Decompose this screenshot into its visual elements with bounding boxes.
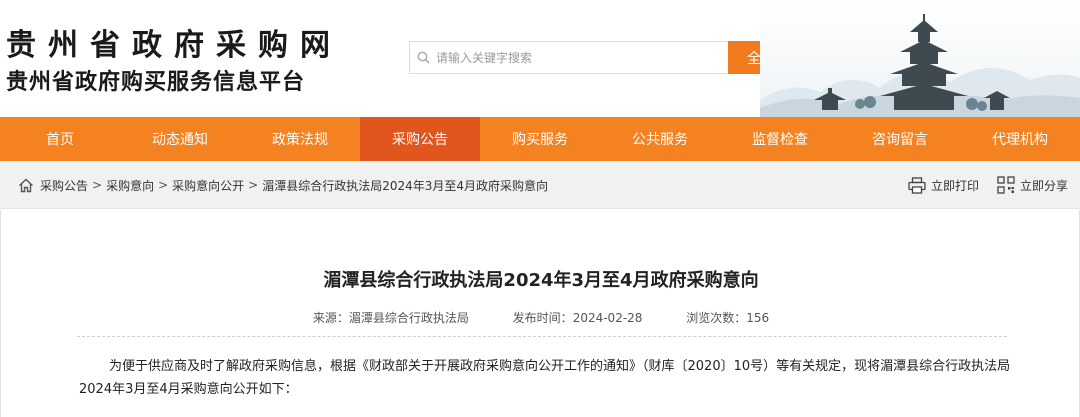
source-label: 来源： xyxy=(312,311,349,325)
source-value: 湄潭县综合行政执法局 xyxy=(348,311,469,325)
nav-item-policy[interactable]: 政策法规 xyxy=(240,117,360,161)
breadcrumb-current: 湄潭县综合行政执法局2024年3月至4月政府采购意向 xyxy=(262,178,549,193)
nav-item-supervision[interactable]: 监督检查 xyxy=(720,117,840,161)
search-input[interactable] xyxy=(436,42,716,73)
home-icon[interactable] xyxy=(18,178,34,193)
breadcrumb-separator: > xyxy=(158,178,169,192)
article-meta: 来源：湄潭县综合行政执法局 发布时间：2024-02-28 浏览次数：156 xyxy=(1,309,1080,326)
nav-item-news[interactable]: 动态通知 xyxy=(120,117,240,161)
publish-date: 2024-02-28 xyxy=(572,311,643,325)
site-title[interactable]: 贵州省政府采购网 xyxy=(6,20,342,64)
search-icon xyxy=(410,42,436,73)
nav-item-consultation[interactable]: 咨询留言 xyxy=(840,117,960,161)
view-count: 156 xyxy=(746,311,770,325)
qr-code-icon xyxy=(997,176,1015,194)
search-box xyxy=(409,41,729,74)
print-label: 立即打印 xyxy=(930,178,979,193)
share-label: 立即分享 xyxy=(1019,178,1068,193)
divider xyxy=(77,336,1007,337)
nav-item-agencies[interactable]: 代理机构 xyxy=(960,117,1080,161)
site-header: 贵州省政府采购网 贵州省政府购买服务信息平台 全站搜索 xyxy=(0,0,1080,117)
article-content: 湄潭县综合行政执法局2024年3月至4月政府采购意向 来源：湄潭县综合行政执法局… xyxy=(0,210,1080,417)
breadcrumb-link-intent[interactable]: 采购意向 xyxy=(106,177,154,194)
printer-icon xyxy=(908,176,926,194)
nav-item-public-services[interactable]: 公共服务 xyxy=(600,117,720,161)
article-paragraph: 为便于供应商及时了解政府采购信息，根据《财政部关于开展政府采购意向公开工作的通知… xyxy=(79,359,1011,397)
site-subtitle: 贵州省政府购买服务信息平台 xyxy=(6,70,306,95)
breadcrumb-bar: 采购公告 > 采购意向 > 采购意向公开 > 湄潭县综合行政执法局2024年3月… xyxy=(0,161,1080,209)
page-tools: 立即打印 立即分享 xyxy=(890,161,1068,209)
nav-item-purchase-services[interactable]: 购买服务 xyxy=(480,117,600,161)
nav-item-procurement[interactable]: 采购公告 xyxy=(360,117,480,161)
pavilion-scenery-image xyxy=(760,0,1080,117)
share-button[interactable]: 立即分享 xyxy=(997,176,1068,194)
breadcrumb-separator: > xyxy=(248,178,259,192)
print-button[interactable]: 立即打印 xyxy=(908,176,979,194)
date-label: 发布时间： xyxy=(512,311,573,325)
views-label: 浏览次数： xyxy=(686,311,747,325)
breadcrumb-link-intent-public[interactable]: 采购意向公开 xyxy=(172,177,244,194)
breadcrumb: 采购公告 > 采购意向 > 采购意向公开 > 湄潭县综合行政执法局2024年3月… xyxy=(18,161,548,209)
breadcrumb-link-procurement[interactable]: 采购公告 xyxy=(40,177,88,194)
main-nav: 首页 动态通知 政策法规 采购公告 购买服务 公共服务 监督检查 咨询留言 代理… xyxy=(0,117,1080,161)
article-title: 湄潭县综合行政执法局2024年3月至4月政府采购意向 xyxy=(323,270,759,291)
nav-item-home[interactable]: 首页 xyxy=(0,117,120,161)
breadcrumb-separator: > xyxy=(92,178,103,192)
